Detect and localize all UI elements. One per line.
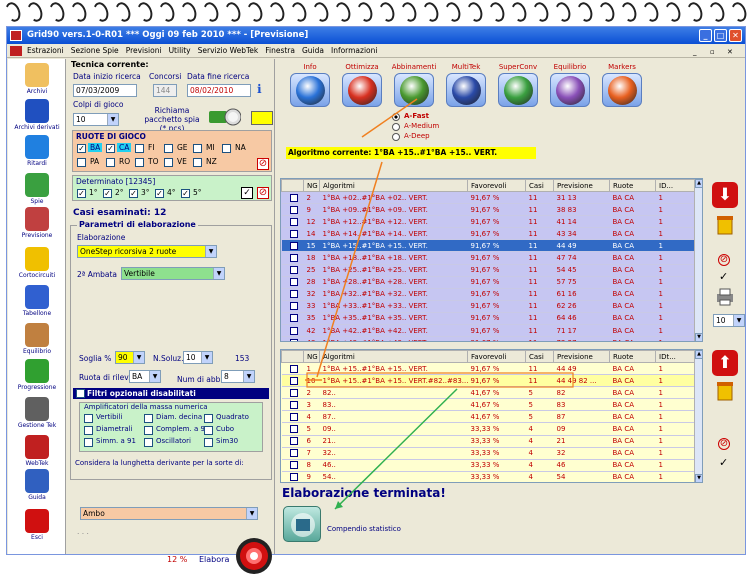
spiral-ring <box>443 0 463 24</box>
spiral-ring <box>641 0 661 24</box>
spiral-ring <box>377 0 397 24</box>
spiral-ring <box>201 0 221 24</box>
annotation-arrows <box>305 98 574 510</box>
spiral-ring <box>3 0 23 24</box>
spiral-ring <box>465 0 485 24</box>
spiral-ring <box>509 0 529 24</box>
spiral-ring <box>333 0 353 24</box>
elabora-label: Elabora <box>199 555 230 564</box>
spiral-ring <box>113 0 133 24</box>
spiral-ring <box>553 0 573 24</box>
spiral-ring <box>223 0 243 24</box>
spiral-ring <box>399 0 419 24</box>
spiral-ring <box>69 0 89 24</box>
spiral-ring <box>619 0 639 24</box>
spiral-ring <box>531 0 551 24</box>
spiral-ring <box>487 0 507 24</box>
spiral-ring <box>47 0 67 24</box>
spiral-ring <box>729 0 747 24</box>
spiral-ring <box>685 0 705 24</box>
spiral-binding <box>0 0 747 26</box>
spiral-ring <box>311 0 331 24</box>
spiral-ring <box>707 0 727 24</box>
spiral-ring <box>289 0 309 24</box>
spiral-ring <box>245 0 265 24</box>
spiral-ring <box>157 0 177 24</box>
spiral-ring <box>179 0 199 24</box>
progress-percent: 12 % <box>167 555 188 564</box>
app-window: Grid90 vers.1-0-R01 *** Oggi 09 feb 2010… <box>6 26 746 574</box>
spiral-ring <box>135 0 155 24</box>
spiral-ring <box>267 0 287 24</box>
spiral-ring <box>25 0 45 24</box>
spiral-ring <box>663 0 683 24</box>
spiral-ring <box>91 0 111 24</box>
spiral-ring <box>355 0 375 24</box>
spiral-ring <box>575 0 595 24</box>
spiral-ring <box>597 0 617 24</box>
spiral-ring <box>421 0 441 24</box>
